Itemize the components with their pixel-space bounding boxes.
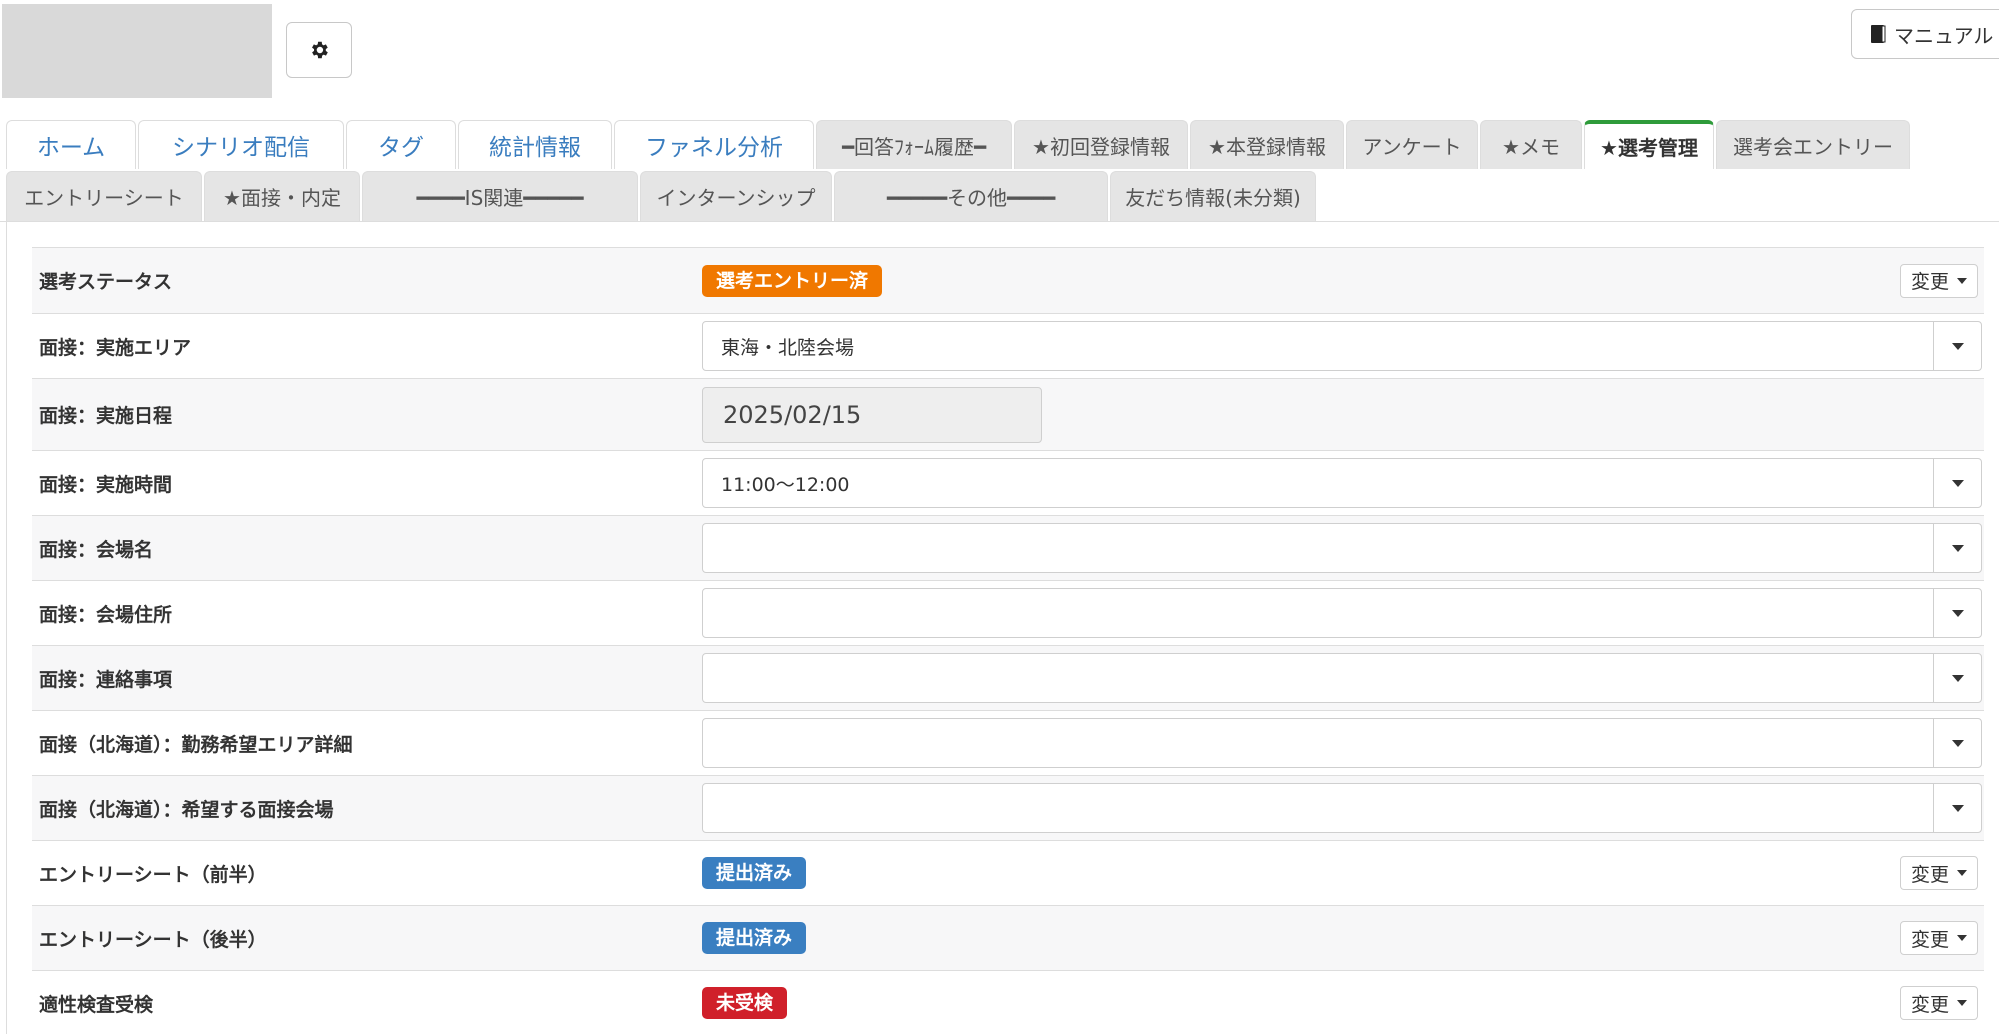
field-row-entry-sheet-second: エントリーシート（後半） 提出済み 変更: [32, 905, 1984, 970]
caret-down-icon: [1951, 804, 1964, 812]
settings-button[interactable]: [286, 22, 352, 78]
field-row-interview-date: 面接：実施日程 2025/02/15: [32, 378, 1984, 450]
caret-down-icon: [1951, 479, 1964, 487]
field-row-venue-address: 面接：会場住所: [32, 580, 1984, 645]
tab-entry-sheet[interactable]: エントリーシート: [6, 171, 202, 221]
status-badge: 提出済み: [702, 922, 807, 954]
tab-scenario[interactable]: シナリオ配信: [138, 120, 344, 169]
hokkaido-area-select[interactable]: [702, 718, 1982, 768]
caret-down-icon: [1951, 544, 1964, 552]
caret-down-icon: [1957, 935, 1967, 941]
field-row-venue-name: 面接：会場名: [32, 515, 1984, 580]
change-button[interactable]: 変更: [1899, 263, 1978, 298]
venue-name-select[interactable]: [702, 523, 1982, 573]
interview-date-field[interactable]: 2025/02/15: [702, 386, 1042, 443]
tab-divider: [0, 221, 1999, 222]
change-button[interactable]: 変更: [1899, 856, 1978, 890]
caret-down-icon: [1951, 609, 1964, 617]
change-button[interactable]: 変更: [1899, 921, 1978, 955]
tab-selection-entry[interactable]: 選考会エントリー: [1716, 120, 1910, 169]
tab-stats[interactable]: 統計情報: [458, 120, 612, 169]
tab-full-registration[interactable]: ★本登録情報: [1190, 120, 1344, 169]
field-row-aptitude-test: 適性検査受検 未受検 変更: [32, 970, 1984, 1035]
tab-friend-info[interactable]: 友だち情報(未分類): [1110, 171, 1316, 221]
tab-bar-secondary: エントリーシート ★面接・内定 ━━━━IS関連━━━━━ インターンシップ ━…: [6, 171, 1999, 221]
caret-down-icon: [1951, 739, 1964, 747]
caret-down-icon: [1957, 277, 1967, 284]
tab-memo[interactable]: ★メモ: [1480, 120, 1582, 169]
notes-select[interactable]: [702, 653, 1982, 703]
tab-internship[interactable]: インターンシップ: [640, 171, 832, 221]
field-row-interview-area: 面接：実施エリア 東海・北陸会場: [32, 313, 1984, 378]
venue-address-select[interactable]: [702, 588, 1982, 638]
content-border: [6, 221, 7, 1034]
logo-placeholder: [2, 4, 272, 98]
field-row-notes: 面接：連絡事項: [32, 645, 1984, 710]
manual-button[interactable]: マニュアル: [1851, 9, 1999, 59]
tab-is-related[interactable]: ━━━━IS関連━━━━━: [362, 171, 638, 221]
gear-icon: [312, 41, 328, 59]
manual-label: マニュアル: [1894, 23, 1994, 48]
tab-answer-form-history[interactable]: ━回答ﾌｫｰﾑ履歴━: [816, 120, 1012, 169]
tab-home[interactable]: ホーム: [6, 120, 136, 169]
status-badge: 提出済み: [702, 857, 807, 889]
tab-funnel[interactable]: ファネル分析: [614, 120, 814, 169]
tab-selection-management[interactable]: ★選考管理: [1584, 120, 1714, 169]
tab-survey[interactable]: アンケート: [1346, 120, 1478, 169]
tab-tag[interactable]: タグ: [346, 120, 456, 169]
caret-down-icon: [1957, 1000, 1967, 1006]
status-badge: 未受検: [702, 987, 788, 1019]
tab-bar-primary: ホーム シナリオ配信 タグ 統計情報 ファネル分析 ━回答ﾌｫｰﾑ履歴━ ★初回…: [6, 120, 1999, 169]
caret-down-icon: [1957, 870, 1967, 876]
interview-time-select[interactable]: 11:00〜12:00: [702, 458, 1982, 508]
caret-down-icon: [1951, 674, 1964, 682]
tab-other[interactable]: ━━━━━その他━━━━: [834, 171, 1108, 221]
book-icon: [1871, 25, 1886, 43]
tab-initial-registration[interactable]: ★初回登録情報: [1014, 120, 1188, 169]
field-row-hokkaido-area: 面接（北海道）：勤務希望エリア詳細: [32, 710, 1984, 775]
field-row-entry-sheet-first: エントリーシート（前半） 提出済み 変更: [32, 840, 1984, 905]
field-row-hokkaido-venue: 面接（北海道）：希望する面接会場: [32, 775, 1984, 840]
caret-down-icon: [1951, 342, 1964, 350]
hokkaido-venue-select[interactable]: [702, 783, 1982, 833]
status-badge: 選考エントリー済: [702, 264, 883, 297]
change-button[interactable]: 変更: [1899, 986, 1978, 1020]
tab-interview-offer[interactable]: ★面接・内定: [204, 171, 360, 221]
interview-area-select[interactable]: 東海・北陸会場: [702, 321, 1982, 371]
field-row-interview-time: 面接：実施時間 11:00〜12:00: [32, 450, 1984, 515]
field-row-selection-status: 選考ステータス 選考エントリー済 変更: [32, 247, 1984, 313]
